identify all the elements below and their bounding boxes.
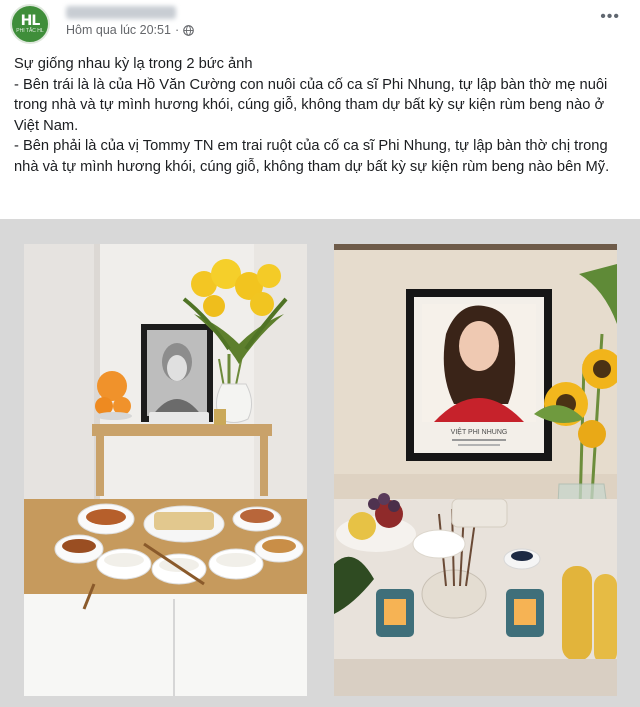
more-options-icon[interactable]: •••: [600, 9, 620, 25]
globe-icon[interactable]: [183, 24, 194, 36]
facebook-post: HL PHI TẮC HL Hôm qua lúc 20:51 · ••• Sự…: [0, 0, 640, 707]
post-meta: Hôm qua lúc 20:51 ·: [66, 23, 194, 37]
post-paragraph: Sự giống nhau kỳ lạ trong 2 bức ảnh: [14, 56, 253, 72]
left-altar-image: [24, 244, 307, 696]
avatar-logo-text: HL: [20, 13, 41, 29]
page-avatar[interactable]: HL PHI TẮC HL: [10, 4, 50, 44]
post-text: Sự giống nhau kỳ lạ trong 2 bức ảnh - Bê…: [14, 54, 614, 177]
post-paragraph: - Bên phải là của vị Tommy TN em trai ru…: [14, 138, 610, 175]
portrait-caption: VIỆT PHI NHUNG: [451, 427, 508, 436]
post-timestamp[interactable]: Hôm qua lúc 20:51: [66, 23, 171, 37]
post-paragraph: - Bên trái là là của Hồ Văn Cường con nu…: [14, 76, 608, 134]
left-altar-photo[interactable]: [24, 244, 307, 696]
photo-collage: VIỆT PHI NHUNG: [0, 219, 640, 707]
right-altar-image: VIỆT PHI NHUNG: [334, 244, 617, 696]
right-altar-photo[interactable]: VIỆT PHI NHUNG: [334, 244, 617, 696]
avatar-logo-subtext: PHI TẮC HL: [16, 28, 44, 34]
author-name-blurred[interactable]: [66, 6, 176, 19]
